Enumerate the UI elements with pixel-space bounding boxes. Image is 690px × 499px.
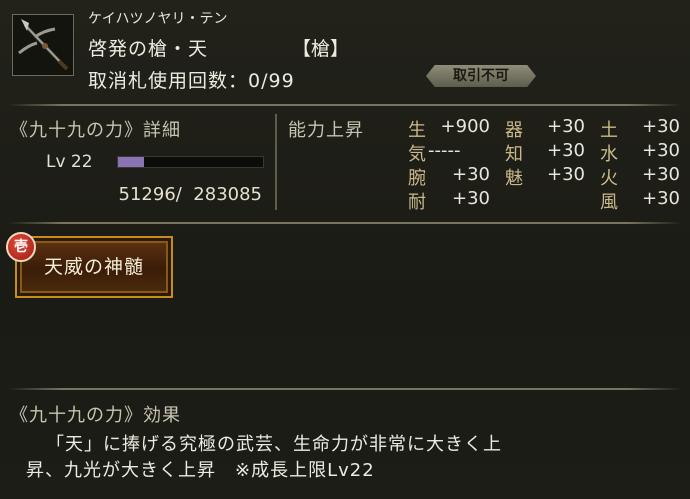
item-reading: ケイハツノヤリ・テン	[88, 11, 228, 27]
skill-card[interactable]: 天威の神髄	[15, 236, 173, 298]
experience-value: 51296/ 283085	[118, 184, 262, 205]
stat-bonus-title: 能力上昇	[288, 120, 364, 141]
experience-bar	[117, 156, 264, 168]
stat-fire: 火 +30	[600, 164, 680, 189]
stat-water: 水 +30	[600, 140, 680, 165]
cancel-card-count: 取消札使用回数：0/99	[88, 70, 295, 92]
item-type: 【槍】	[292, 38, 350, 60]
trade-status-badge: 取引不可	[426, 65, 536, 87]
stat-arm: 腕 +30	[408, 164, 490, 189]
effect-description-line: 「天」に捧げる究極の武芸、生命力が非常に大きく上	[46, 434, 502, 455]
skill-name: 天威の神髄	[20, 241, 168, 293]
item-icon-frame[interactable]	[12, 14, 74, 76]
stat-charm: 魅 +30	[505, 164, 585, 189]
stat-wind: 風 +30	[600, 188, 680, 213]
stat-ki: 気 -----	[408, 140, 461, 165]
power-detail-title: 《九十九の力》詳細	[10, 120, 181, 141]
stat-intellect: 知 +30	[505, 140, 585, 165]
stat-dexterity: 器 +30	[505, 116, 585, 141]
skill-rank-badge: 壱	[6, 232, 36, 262]
effect-title: 《九十九の力》効果	[10, 405, 181, 426]
section-divider	[8, 222, 682, 224]
experience-bar-fill	[118, 157, 145, 167]
stat-earth: 土 +30	[600, 116, 680, 141]
stat-hp: 生 +900	[408, 116, 490, 141]
level-label: Lv 22	[46, 152, 93, 172]
section-divider	[8, 388, 682, 390]
item-detail-panel: ケイハツノヤリ・テン 啓発の槍・天 【槍】 取消札使用回数：0/99 取引不可 …	[0, 0, 690, 499]
effect-description-line: 昇、九光が大きく上昇 ※成長上限Lv22	[26, 460, 375, 481]
section-divider	[8, 104, 682, 106]
item-name: 啓発の槍・天	[88, 38, 209, 60]
stat-endurance: 耐 +30	[408, 188, 490, 213]
column-divider	[275, 114, 277, 210]
spear-icon	[18, 19, 69, 71]
